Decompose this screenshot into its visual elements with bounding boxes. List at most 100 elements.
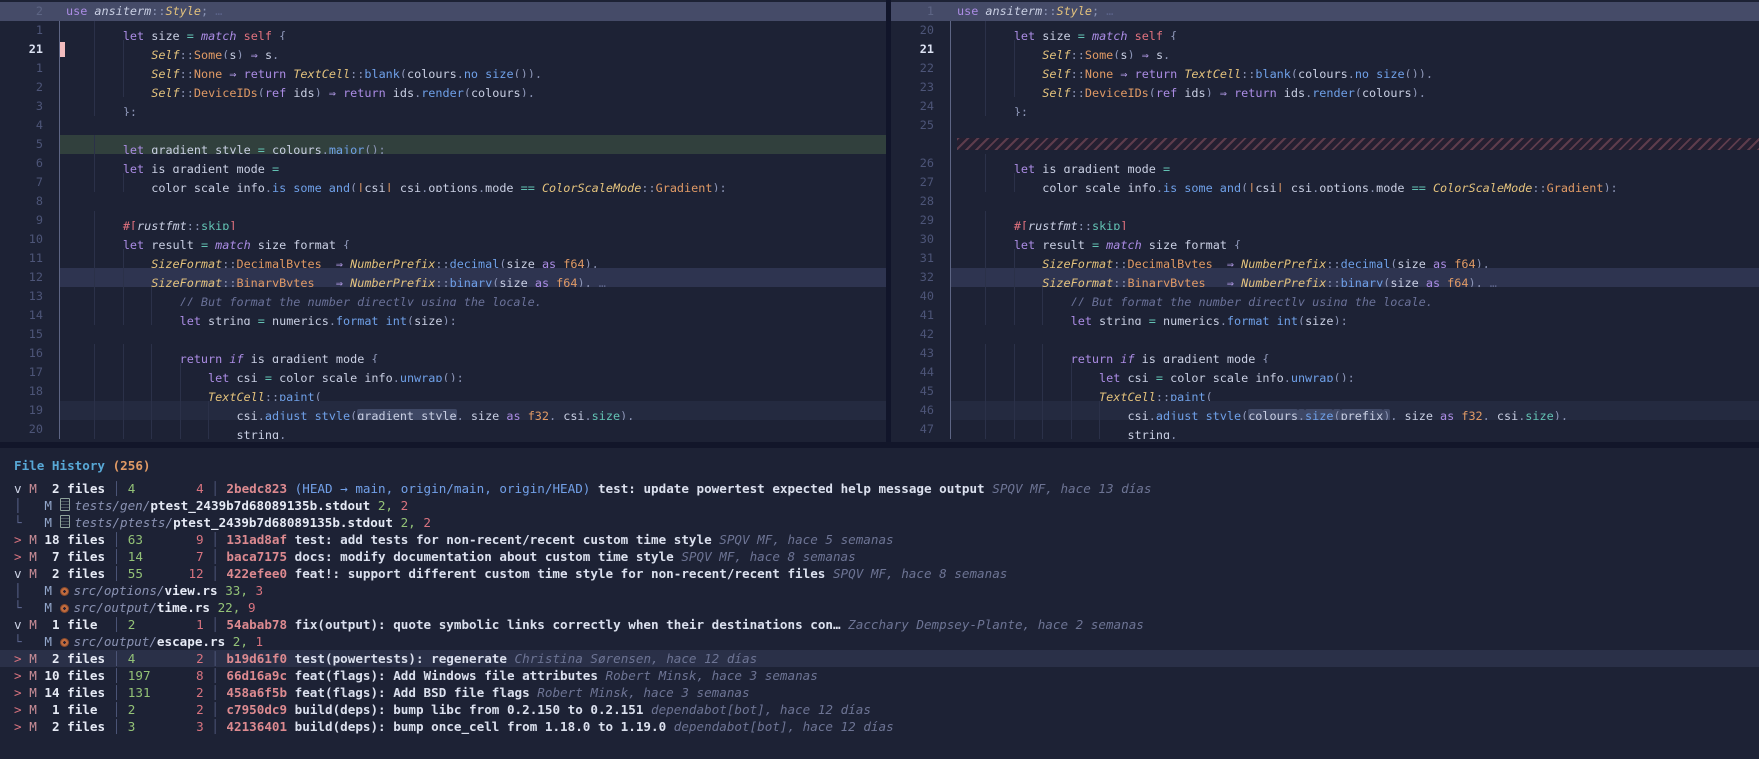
file-name[interactable]: escape.rs (157, 634, 233, 649)
code-line[interactable]: 42 (891, 325, 1759, 344)
code-line[interactable]: 20string, (0, 420, 886, 439)
code-token: ( (407, 314, 414, 325)
commit-hash[interactable]: 131ad8af (226, 532, 294, 547)
chevron-right-icon[interactable]: > (14, 668, 22, 683)
file-name[interactable]: time.rs (157, 600, 218, 615)
file-name[interactable]: view.rs (165, 583, 226, 598)
code-token: as (1433, 257, 1454, 268)
file-name[interactable]: ptest_2439b7d68089135b.stdout (150, 498, 377, 513)
code-line[interactable]: 3}; (0, 97, 886, 116)
history-commit-row[interactable]: > M 2 files │ 3 3 │ 42136401 build(deps)… (0, 718, 1759, 735)
commit-hash[interactable]: baca7175 (226, 549, 294, 564)
code-line[interactable]: 17let csi = color_scale_info.unwrap(); (0, 363, 886, 382)
deleted-region-row[interactable] (891, 135, 1759, 154)
chevron-down-icon[interactable]: v (14, 566, 22, 581)
commit-hash[interactable]: 2bedc823 (226, 481, 294, 496)
history-commit-row[interactable]: > M 14 files │ 131 2 │ 458a6f5b feat(fla… (0, 684, 1759, 701)
code-token: string (236, 428, 279, 439)
code-line[interactable]: 2Self::DeviceIDs(ref ids) ⇒ return ids.r… (0, 78, 886, 97)
code-line[interactable]: 41let string = numerics.format_int(size)… (891, 306, 1759, 325)
file-name[interactable]: ptest_2439b7d68089135b.stdout (173, 515, 400, 530)
history-commit-row[interactable]: > M 18 files │ 63 9 │ 131ad8af test: add… (0, 531, 1759, 548)
commit-hash[interactable]: 458a6f5b (226, 685, 294, 700)
chevron-right-icon[interactable]: > (14, 685, 22, 700)
code-line[interactable]: 44let csi = color_scale_info.unwrap(); (891, 363, 1759, 382)
history-commit-row[interactable]: > M 1 file │ 2 2 │ c7950dc9 build(deps):… (0, 701, 1759, 718)
history-commit-row[interactable]: v M 2 files │ 4 4 │ 2bedc823 (HEAD → mai… (0, 480, 1759, 497)
commit-hash[interactable]: 42136401 (226, 719, 294, 734)
history-commit-row[interactable]: > M 10 files │ 197 8 │ 66d16a9c feat(fla… (0, 667, 1759, 684)
diff-pane-left[interactable]: 2use ansiterm::Style; …1let size = match… (0, 0, 886, 442)
code-line[interactable]: 26let is_gradient_mode = (891, 154, 1759, 173)
chevron-right-icon[interactable]: > (14, 719, 22, 734)
code-line[interactable]: 14let string = numerics.format_int(size)… (0, 306, 886, 325)
history-file-row[interactable]: └ M src/output/escape.rs 2, 1 (0, 633, 1759, 650)
code-line[interactable]: 24}; (891, 97, 1759, 116)
code-line[interactable]: 5let gradient_style = colours.major(); (0, 135, 886, 154)
commit-hash[interactable]: 66d16a9c (226, 668, 294, 683)
history-commit-row[interactable]: v M 1 file │ 2 1 │ 54abab78 fix(output):… (0, 616, 1759, 633)
history-file-row[interactable]: └ M tests/ptests/ptest_2439b7d68089135b.… (0, 514, 1759, 531)
sticky-context-line[interactable]: 2use ansiterm::Style; … (0, 2, 886, 21)
code-line[interactable]: 29#[rustfmt::skip] (891, 211, 1759, 230)
code-line[interactable]: 27color_scale_info.is_some_and(|csi| csi… (891, 173, 1759, 192)
commit-hash[interactable]: 54abab78 (226, 617, 294, 632)
file-history-panel[interactable]: File History (256) v M 2 files │ 4 4 │ 2… (0, 448, 1759, 759)
history-file-row[interactable]: │ M tests/gen/ptest_2439b7d68089135b.std… (0, 497, 1759, 514)
sticky-context-line[interactable]: 1use ansiterm::Style; … (891, 2, 1759, 21)
code-line[interactable]: 21Self::Some(s) ⇒ s, (0, 40, 886, 59)
code-line[interactable]: 18TextCell::paint( (0, 382, 886, 401)
code-line[interactable]: 43return if is_gradient_mode { (891, 344, 1759, 363)
chevron-right-icon[interactable]: > (14, 651, 22, 666)
code-line[interactable]: 9#[rustfmt::skip] (0, 211, 886, 230)
code-line[interactable]: 46csi.adjust_style(colours.size(prefix),… (891, 401, 1759, 420)
code-line[interactable]: 6let is_gradient_mode = (0, 154, 886, 173)
commit-hash[interactable]: c7950dc9 (226, 702, 294, 717)
code-line[interactable]: 16return if is_gradient_mode { (0, 344, 886, 363)
code-line[interactable]: 1let size = match self { (0, 21, 886, 40)
code-line[interactable]: 21Self::Some(s) ⇒ s, (891, 40, 1759, 59)
indent-guide (1099, 420, 1127, 439)
code-line[interactable]: 20let size = match self { (891, 21, 1759, 40)
chevron-right-icon[interactable]: > (14, 549, 22, 564)
code-line[interactable]: 19csi.adjust_style(gradient_style, size … (0, 401, 886, 420)
status-letter: M (44, 634, 59, 649)
code-line[interactable]: 11SizeFormat::DecimalBytes ⇒ NumberPrefi… (0, 249, 886, 268)
history-commit-row[interactable]: > M 7 files │ 14 7 │ baca7175 docs: modi… (0, 548, 1759, 565)
code-line[interactable]: 12SizeFormat::BinaryBytes ⇒ NumberPrefix… (0, 268, 886, 287)
line-content: #[rustfmt::skip] (950, 211, 1759, 230)
code-line[interactable]: 8 (0, 192, 886, 211)
code-line[interactable]: 4 (0, 116, 886, 135)
diff-pane-right[interactable]: 1use ansiterm::Style; …20let size = matc… (891, 0, 1759, 442)
history-file-row[interactable]: │ M src/options/view.rs 33, 3 (0, 582, 1759, 599)
code-line[interactable]: 30let result = match size_format { (891, 230, 1759, 249)
commit-hash[interactable]: 422efee0 (226, 566, 294, 581)
code-line[interactable]: 23Self::DeviceIDs(ref ids) ⇒ return ids.… (891, 78, 1759, 97)
code-line[interactable]: 13// But format the number directly usin… (0, 287, 886, 306)
history-file-row[interactable]: └ M src/output/time.rs 22, 9 (0, 599, 1759, 616)
chevron-right-icon[interactable]: > (14, 702, 22, 717)
code-line[interactable]: 22Self::None ⇒ return TextCell::blank(co… (891, 59, 1759, 78)
line-number: 23 (891, 78, 950, 97)
code-line[interactable]: 45TextCell::paint( (891, 382, 1759, 401)
code-token (1206, 276, 1227, 287)
indent-guide (1042, 306, 1070, 325)
chevron-right-icon[interactable]: > (14, 532, 22, 547)
code-line[interactable]: 25 (891, 116, 1759, 135)
code-line[interactable]: 40// But format the number directly usin… (891, 287, 1759, 306)
commit-hash[interactable]: b19d61f0 (226, 651, 294, 666)
status-letter: M (29, 668, 37, 683)
code-line[interactable]: 7color_scale_info.is_some_and(|csi| csi.… (0, 173, 886, 192)
additions-count: 2, (378, 498, 401, 513)
code-line[interactable]: 10let result = match size_format { (0, 230, 886, 249)
code-line[interactable]: 31SizeFormat::DecimalBytes ⇒ NumberPrefi… (891, 249, 1759, 268)
chevron-down-icon[interactable]: v (14, 481, 22, 496)
code-line[interactable]: 28 (891, 192, 1759, 211)
code-line[interactable]: 32SizeFormat::BinaryBytes ⇒ NumberPrefix… (891, 268, 1759, 287)
code-line[interactable]: 15 (0, 325, 886, 344)
history-commit-row[interactable]: > M 2 files │ 4 2 │ b19d61f0 test(powert… (0, 650, 1759, 667)
chevron-down-icon[interactable]: v (14, 617, 22, 632)
history-commit-row[interactable]: v M 2 files │ 55 12 │ 422efee0 feat!: su… (0, 565, 1759, 582)
code-line[interactable]: 1Self::None ⇒ return TextCell::blank(col… (0, 59, 886, 78)
code-line[interactable]: 47string, (891, 420, 1759, 439)
